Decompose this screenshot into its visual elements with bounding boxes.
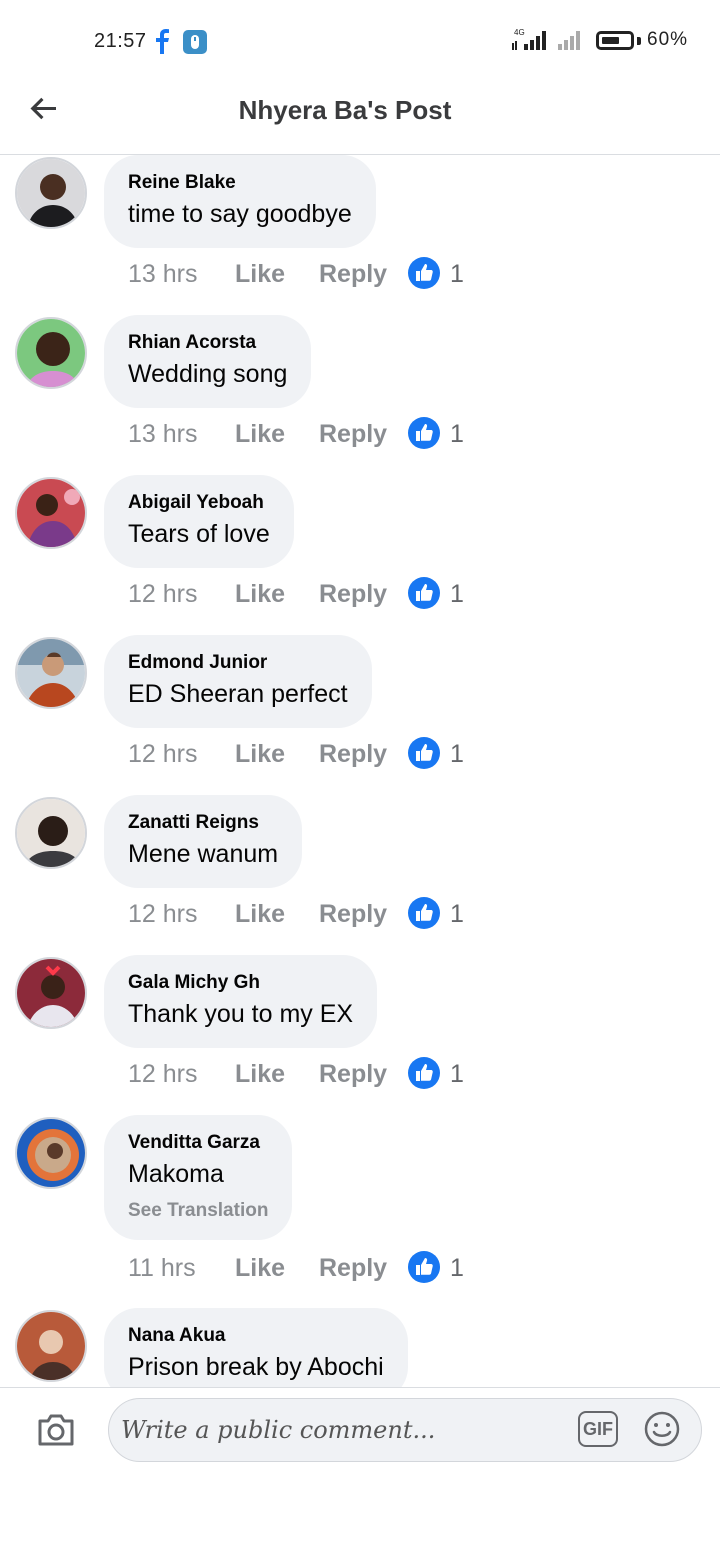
gif-button[interactable]: GIF — [578, 1411, 618, 1447]
facebook-icon — [156, 29, 169, 54]
thumbs-up-icon[interactable] — [407, 896, 441, 930]
reaction-count[interactable]: 1 — [450, 580, 464, 609]
comment-author[interactable]: Nana Akua — [128, 1323, 384, 1349]
avatar[interactable] — [15, 957, 87, 1029]
reply-button[interactable]: Reply — [319, 580, 387, 609]
reaction-count[interactable]: 1 — [450, 1254, 464, 1283]
avatar[interactable] — [15, 1117, 87, 1189]
thumbs-up-icon[interactable] — [407, 736, 441, 770]
reaction-count[interactable]: 1 — [450, 1060, 464, 1089]
reply-button[interactable]: Reply — [319, 1060, 387, 1089]
comment-time[interactable]: 12 hrs — [128, 740, 197, 769]
comment-author[interactable]: Abigail Yeboah — [128, 490, 270, 516]
status-bar: 21:57 4G 60% — [0, 0, 720, 80]
comment-composer: GIF — [0, 1387, 720, 1561]
thumbs-up-icon[interactable] — [407, 256, 441, 290]
like-button[interactable]: Like — [235, 260, 285, 289]
comment-author[interactable]: Reine Blake — [128, 170, 352, 196]
reply-button[interactable]: Reply — [319, 1254, 387, 1283]
like-button[interactable]: Like — [235, 1060, 285, 1089]
cellular-signal-icon: 4G — [512, 28, 546, 50]
reply-button[interactable]: Reply — [319, 260, 387, 289]
avatar[interactable] — [15, 797, 87, 869]
comment-text: ED Sheeran perfect — [128, 680, 348, 708]
comment-bubble[interactable]: Venditta Garza Makoma See Translation — [104, 1115, 293, 1240]
thumbs-up-icon[interactable] — [407, 1056, 441, 1090]
avatar[interactable] — [15, 637, 87, 709]
like-button[interactable]: Like — [235, 580, 285, 609]
like-button[interactable]: Like — [235, 420, 285, 449]
reaction-count[interactable]: 1 — [450, 900, 464, 929]
emoji-icon[interactable] — [643, 1410, 681, 1448]
comment-author[interactable]: Edmond Junior — [128, 650, 348, 676]
reaction-count[interactable]: 1 — [450, 740, 464, 769]
comment-list: Reine Blake time to say goodbye 13 hrs L… — [0, 155, 720, 1387]
reply-button[interactable]: Reply — [319, 900, 387, 929]
comment-time[interactable]: 11 hrs — [128, 1254, 196, 1283]
reply-button[interactable]: Reply — [319, 740, 387, 769]
comment-text: Thank you to my EX — [128, 1000, 354, 1028]
status-time: 21:57 — [94, 30, 147, 52]
comment-text: Prison break by Abochi — [128, 1353, 384, 1381]
comment-text: Makoma — [128, 1160, 224, 1188]
avatar[interactable] — [15, 317, 87, 389]
comment-author[interactable]: Zanatti Reigns — [128, 810, 278, 836]
comment-bubble[interactable]: Zanatti Reigns Mene wanum — [104, 795, 303, 888]
avatar[interactable] — [15, 157, 87, 229]
comment-input-container[interactable]: GIF — [108, 1398, 702, 1462]
comment-time[interactable]: 12 hrs — [128, 900, 197, 929]
network-type: 4G — [514, 28, 525, 37]
comment-time[interactable]: 12 hrs — [128, 1060, 197, 1089]
comment-time[interactable]: 12 hrs — [128, 580, 197, 609]
like-button[interactable]: Like — [235, 740, 285, 769]
comment-text: Wedding song — [128, 360, 288, 388]
avatar[interactable] — [15, 1310, 87, 1382]
avatar[interactable] — [15, 477, 87, 549]
reaction-count[interactable]: 1 — [450, 420, 464, 449]
thumbs-up-icon[interactable] — [407, 576, 441, 610]
comment-author[interactable]: Venditta Garza — [128, 1130, 268, 1156]
comment-bubble[interactable]: Rhian Acorsta Wedding song — [104, 315, 312, 408]
comment-bubble[interactable]: Edmond Junior ED Sheeran perfect — [104, 635, 372, 728]
camera-icon[interactable] — [36, 1412, 76, 1448]
reply-button[interactable]: Reply — [319, 420, 387, 449]
comment-text: Tears of love — [128, 520, 270, 548]
comment-author[interactable]: Gala Michy Gh — [128, 970, 353, 996]
comment-author[interactable]: Rhian Acorsta — [128, 330, 287, 356]
comment-time[interactable]: 13 hrs — [128, 260, 197, 289]
page-title: Nhyera Ba's Post — [238, 95, 452, 125]
comment-bubble[interactable]: Nana Akua Prison break by Abochi — [104, 1308, 408, 1387]
see-translation-link[interactable]: See Translation — [128, 1198, 268, 1224]
app-icon — [183, 30, 207, 54]
comment-time[interactable]: 13 hrs — [128, 420, 197, 449]
reaction-count[interactable]: 1 — [450, 260, 464, 289]
battery-icon — [596, 31, 634, 50]
header: Nhyera Ba's Post — [0, 80, 720, 155]
comment-bubble[interactable]: Gala Michy Gh Thank you to my EX — [104, 955, 378, 1048]
comment-text: time to say goodbye — [128, 200, 352, 228]
cellular-signal-2-icon — [558, 31, 580, 50]
thumbs-up-icon[interactable] — [407, 1250, 441, 1284]
thumbs-up-icon[interactable] — [407, 416, 441, 450]
like-button[interactable]: Like — [235, 1254, 285, 1283]
comment-input[interactable] — [121, 1405, 561, 1455]
comment-text: Mene wanum — [128, 840, 279, 868]
comment-bubble[interactable]: Abigail Yeboah Tears of love — [104, 475, 294, 568]
battery-percent: 60% — [647, 29, 689, 50]
comment-bubble[interactable]: Reine Blake time to say goodbye — [104, 155, 376, 248]
like-button[interactable]: Like — [235, 900, 285, 929]
